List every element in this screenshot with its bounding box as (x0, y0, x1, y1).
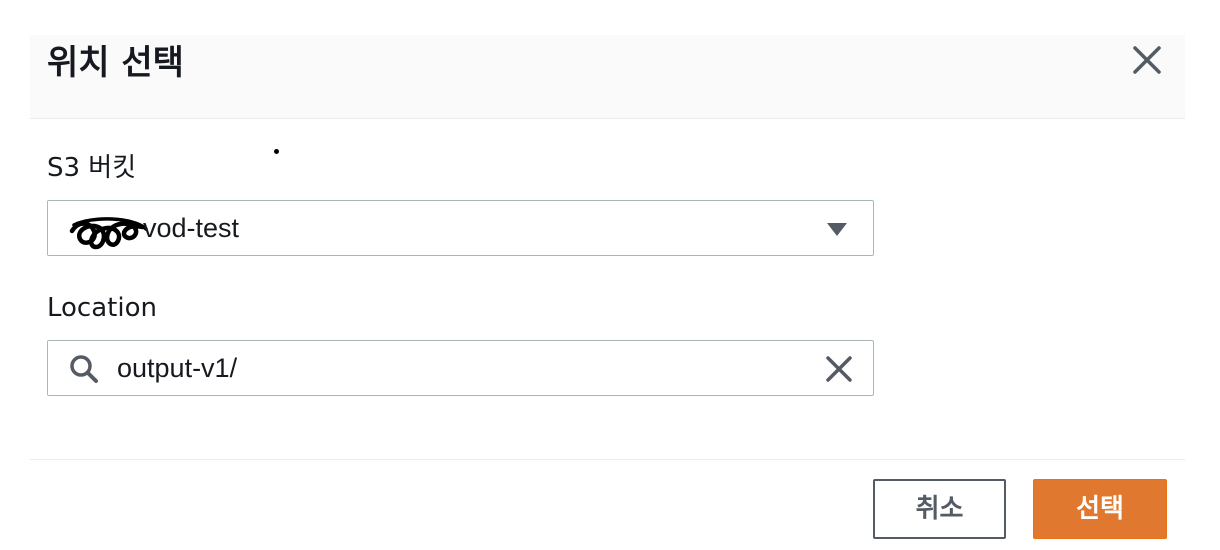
select-button[interactable]: 선택 (1033, 479, 1167, 539)
clear-icon[interactable] (824, 354, 854, 384)
caret-down-icon[interactable] (827, 223, 847, 236)
search-icon (70, 355, 98, 383)
cancel-button[interactable]: 취소 (873, 479, 1006, 539)
bucket-field-label: S3 버킷 (47, 153, 137, 183)
location-search-field[interactable] (47, 340, 874, 396)
footer-divider (30, 459, 1185, 460)
location-input[interactable] (117, 341, 797, 395)
modal-header: 위치 선택 (30, 35, 1185, 119)
bucket-selected-value: vod-test (143, 213, 240, 243)
stray-dot (274, 149, 279, 154)
modal-title: 위치 선택 (47, 43, 184, 83)
close-icon[interactable] (1130, 43, 1164, 77)
location-select-modal: 위치 선택 S3 버킷 vod-test Location 취소 선택 (30, 35, 1185, 550)
redaction-scribble (69, 217, 148, 250)
bucket-select[interactable]: vod-test (47, 200, 874, 256)
location-field-label: Location (47, 293, 157, 323)
